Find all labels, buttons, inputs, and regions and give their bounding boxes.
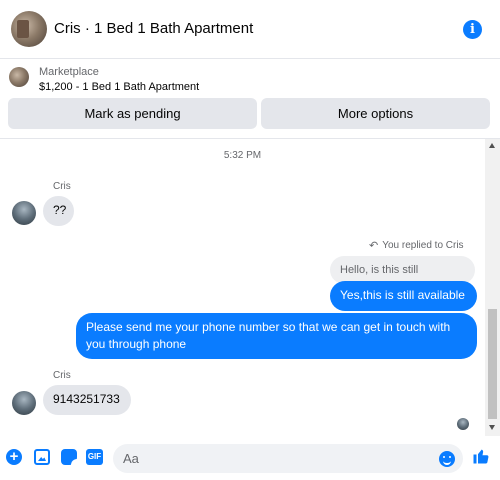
message-input-wrapper[interactable]	[113, 444, 463, 473]
replied-note-text: You replied to Cris	[382, 240, 464, 251]
scroll-up-icon[interactable]	[489, 143, 495, 148]
message-composer: + GIF	[0, 436, 500, 480]
replied-note: ↶ You replied to Cris	[369, 239, 464, 252]
like-icon[interactable]	[472, 447, 490, 465]
reply-icon: ↶	[369, 240, 379, 252]
scrollbar-thumb[interactable]	[488, 309, 497, 419]
quoted-message[interactable]: Hello, is this still available?	[330, 256, 475, 293]
sender-avatar[interactable]	[12, 201, 36, 225]
sticker-icon[interactable]	[61, 449, 77, 465]
conversation-header: Cris · 1 Bed 1 Bath Apartment i	[0, 0, 500, 59]
message-input[interactable]	[123, 449, 423, 468]
gif-icon[interactable]: GIF	[86, 449, 103, 465]
emoji-icon[interactable]	[439, 451, 455, 467]
outgoing-message[interactable]: Please send me your phone number so that…	[76, 313, 477, 359]
marketplace-label: Marketplace	[39, 66, 99, 78]
incoming-message[interactable]: ??	[43, 196, 74, 226]
photo-icon[interactable]	[34, 449, 50, 465]
info-icon[interactable]: i	[463, 20, 482, 39]
scroll-down-icon[interactable]	[489, 425, 495, 430]
contact-avatar[interactable]	[11, 11, 47, 47]
outgoing-message[interactable]: Yes,this is still available	[330, 281, 477, 311]
plus-icon[interactable]: +	[6, 449, 22, 465]
chat-scrollbar[interactable]	[485, 139, 500, 436]
incoming-message[interactable]: 9143251733	[43, 385, 131, 415]
mark-as-pending-button[interactable]: Mark as pending	[8, 98, 257, 129]
sender-name: Cris	[53, 370, 71, 381]
conversation-title[interactable]: Cris · 1 Bed 1 Bath Apartment	[54, 20, 253, 37]
sender-avatar[interactable]	[12, 391, 36, 415]
message-thread: 5:32 PM Cris ?? ↶ You replied to Cris He…	[0, 139, 485, 436]
message-timestamp: 5:32 PM	[223, 150, 262, 161]
listing-thumbnail[interactable]	[9, 67, 29, 87]
listing-title[interactable]: $1,200 - 1 Bed 1 Bath Apartment	[39, 81, 199, 93]
sender-name: Cris	[53, 181, 71, 192]
more-options-button[interactable]: More options	[261, 98, 490, 129]
seen-indicator-avatar	[457, 418, 469, 430]
marketplace-listing-bar: Marketplace $1,200 - 1 Bed 1 Bath Apartm…	[0, 59, 500, 139]
